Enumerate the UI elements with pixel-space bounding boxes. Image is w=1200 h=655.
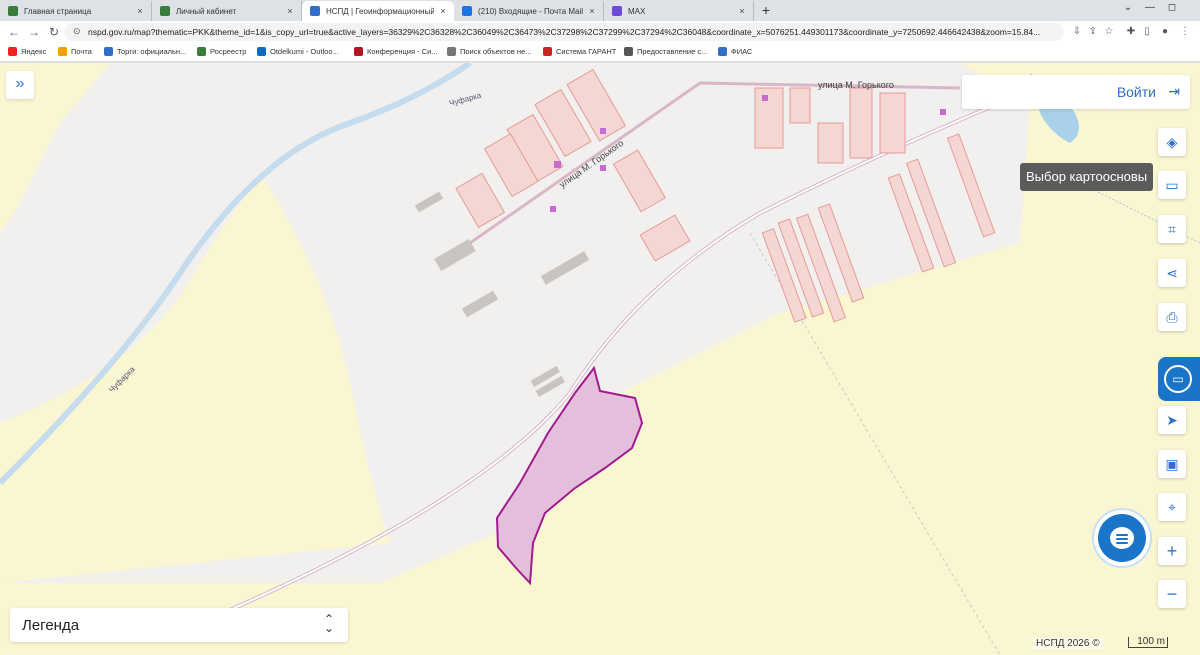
fias-icon [718, 47, 727, 56]
sidebar-icon[interactable]: ▯ [1140, 24, 1154, 40]
outlook-icon [257, 47, 266, 56]
map-canvas[interactable]: улица М. Горького улица М. Горького Чуфа… [0, 63, 1200, 655]
forward-icon[interactable]: → [26, 24, 42, 40]
conference-icon [354, 47, 363, 56]
garant-icon [543, 47, 552, 56]
mail-favicon-icon [462, 6, 472, 16]
bookmark-rosreestr[interactable]: Росреестр [197, 47, 246, 56]
chat-line-icon [1116, 542, 1128, 544]
bookmark-outlook[interactable]: Otdelkumi - Outloo... [257, 47, 339, 56]
bookmark-predostavlenie[interactable]: Предоставление с... [624, 47, 707, 56]
print-button[interactable]: ⎙ [1158, 303, 1186, 331]
basemap-tooltip: Выбор картоосновы [1020, 163, 1154, 191]
share-page-icon[interactable]: ⇪ [1086, 24, 1100, 40]
bookmark-conference[interactable]: Конференция - Си... [354, 47, 438, 56]
address-url[interactable]: nspd.gov.ru/map?thematic=PKK&theme_id=1&… [88, 27, 1048, 37]
scale-bar: 100 m [1128, 637, 1168, 648]
bookmark-garant[interactable]: Система ГАРАНТ [543, 47, 616, 56]
street-label: улица М. Горького [818, 80, 894, 90]
minimize-icon[interactable]: ⌄ [1118, 2, 1138, 13]
folder-icon [447, 47, 456, 56]
chat-line-icon [1116, 538, 1128, 540]
chat-button[interactable] [1098, 514, 1146, 562]
lock-icon: ⊙ [73, 26, 81, 36]
expand-panel-button[interactable]: » [6, 71, 34, 99]
maximize-icon[interactable]: ◻ [1162, 2, 1182, 13]
mail-icon [58, 47, 67, 56]
pin-button[interactable]: ⌖ [1158, 493, 1186, 521]
bookmark-mail[interactable]: Почта [58, 47, 92, 56]
home-favicon-icon [8, 6, 18, 16]
bookmarks-bar: Яндекс Почта Торги: официальн... Росреес… [0, 43, 1200, 62]
close-icon[interactable]: × [135, 6, 145, 16]
torgi-icon [104, 47, 113, 56]
bookmark-fias[interactable]: ФИАС [718, 47, 752, 56]
globe-icon [624, 47, 633, 56]
zoom-in-button[interactable]: + [1158, 537, 1186, 565]
copyright: НСПД 2026 © [1033, 638, 1103, 649]
chat-line-icon [1116, 534, 1128, 536]
close-icon[interactable]: × [438, 6, 448, 16]
legend-label: Легенда [22, 617, 80, 634]
zoom-out-button[interactable]: − [1158, 580, 1186, 608]
select-area-button[interactable]: ⌗ [1158, 215, 1186, 243]
reload-icon[interactable]: ↻ [46, 24, 62, 40]
locate-button[interactable]: ➤ [1158, 406, 1186, 434]
address-bar[interactable]: ⊙ nspd.gov.ru/map?thematic=PKK&theme_id=… [64, 23, 1064, 41]
close-icon[interactable]: × [737, 6, 747, 16]
tab-home[interactable]: Главная страница × [0, 1, 152, 21]
nspd-favicon-icon [310, 6, 320, 16]
map-viewport[interactable]: улица М. Горького улица М. Горького Чуфа… [0, 63, 1200, 655]
rosreestr-icon [197, 47, 206, 56]
bookmark-torgi[interactable]: Торги: официальн... [104, 47, 186, 56]
login-label: Войти [1116, 84, 1156, 100]
bookmark-yandex[interactable]: Яндекс [8, 47, 46, 56]
download-icon[interactable]: ⇩ [1070, 24, 1084, 40]
tab-cabinet[interactable]: Личный кабинет × [152, 1, 302, 21]
extensions-icon[interactable]: ✚ [1124, 24, 1138, 40]
tab-title: Главная страница [24, 6, 92, 16]
close-icon[interactable]: × [587, 6, 597, 16]
bookmark-star-icon[interactable]: ☆ [1102, 24, 1116, 40]
bookmark-search-objects[interactable]: Поиск объектов не... [447, 47, 531, 56]
tab-title: Личный кабинет [176, 6, 237, 16]
new-tab-button[interactable]: + [758, 2, 774, 18]
tab-strip: Главная страница × Личный кабинет × НСПД… [0, 0, 1200, 21]
yandex-icon [8, 47, 17, 56]
tab-title: (210) Входящие - Почта Mail [478, 6, 583, 16]
navigation-bar: ← → ↻ ⊙ nspd.gov.ru/map?thematic=PKK&the… [0, 21, 1200, 43]
ruler-button[interactable]: ▭ [1158, 171, 1186, 199]
close-icon[interactable]: × [285, 6, 295, 16]
panel-button[interactable]: ▣ [1158, 450, 1186, 478]
tab-title: MAX [628, 6, 646, 16]
login-icon: ⇥ [1168, 83, 1180, 99]
share-button[interactable]: ⋖ [1158, 259, 1186, 287]
legend-toggle-icon[interactable]: ⌃ ⌄ [324, 613, 334, 634]
back-icon[interactable]: ← [6, 24, 22, 40]
restore-icon[interactable]: — [1140, 2, 1160, 13]
tab-title: НСПД | Геоинформационный п [326, 6, 434, 16]
layers-button[interactable]: ◈ [1158, 128, 1186, 156]
max-favicon-icon [612, 6, 622, 16]
login-button[interactable]: Войти ⇥ [962, 75, 1190, 109]
side-tab-button[interactable]: ▭ [1158, 357, 1200, 401]
profile-icon[interactable]: ● [1158, 24, 1172, 40]
tab-max[interactable]: MAX × [604, 1, 754, 21]
cabinet-favicon-icon [160, 6, 170, 16]
legend-panel[interactable]: Легенда ⌃ ⌄ [10, 608, 348, 642]
menu-icon[interactable]: ⋮ [1178, 24, 1192, 40]
chat-panel-icon: ▭ [1164, 365, 1192, 393]
tab-mail[interactable]: (210) Входящие - Почта Mail × [454, 1, 604, 21]
tab-nspd[interactable]: НСПД | Геоинформационный п × [302, 1, 454, 21]
